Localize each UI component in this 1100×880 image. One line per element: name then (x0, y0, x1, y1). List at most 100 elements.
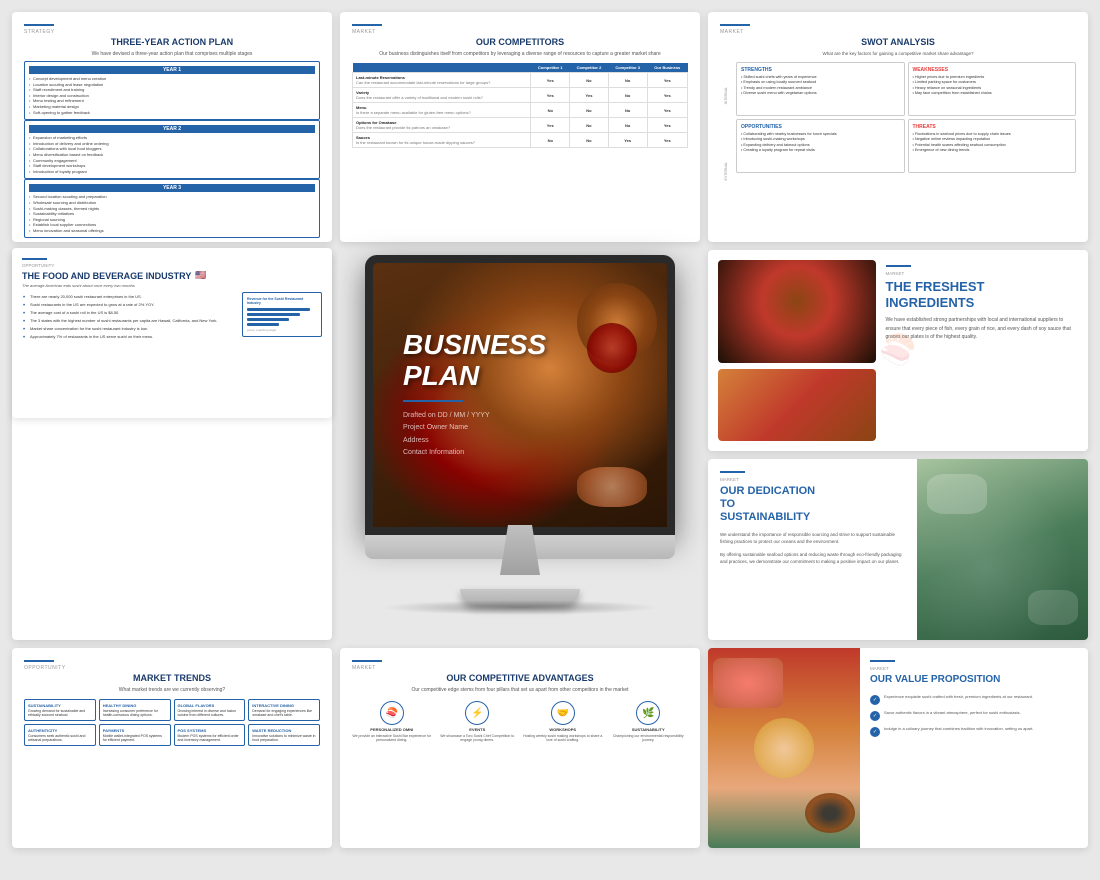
trend-healthy: HEALTHY DINING Increasing consumer prefe… (99, 699, 171, 721)
screen-divider (403, 400, 463, 402)
comp-val: Yes (647, 118, 687, 133)
competitors-table: Competitor 1 Competitor 2 Competitor 3 O… (352, 63, 688, 148)
t-text: Innovative solutions to minimize waste i… (252, 734, 316, 742)
t-text: Mobile wallet-integrated POS systems for… (103, 734, 167, 742)
t-title: WASTE REDUCTION (252, 728, 316, 733)
opportunities-text: • Collaborating with nearby businesses f… (741, 132, 900, 153)
t-text: Growing interest in diverse and fusion c… (178, 709, 242, 717)
comp-adv-label: MARKET (352, 665, 688, 671)
weaknesses-label: WEAKNESSES (913, 67, 1072, 73)
competitors-title: OUR COMPETITORS (352, 37, 688, 47)
events-label: EVENTS (438, 727, 518, 732)
col-comp1: Competitor 1 (531, 63, 570, 73)
t-text: Increasing consumer preference for healt… (103, 709, 167, 717)
revenue-bar-4 (247, 323, 279, 326)
threats-label: THREATS (913, 124, 1072, 130)
t-text: Consumers seek authentic sushi and artis… (28, 734, 92, 742)
value-content-col: MARKET OUR VALUE PROPOSITION ✓ Experienc… (860, 648, 1088, 848)
sust-stripe (720, 471, 745, 473)
swot-opportunities: OPPORTUNITIES • Collaborating with nearb… (736, 119, 905, 173)
trends-grid: SUSTAINABILITY Growing demand for sustai… (24, 699, 320, 746)
col-us: Our Business (647, 63, 687, 73)
trend-global: GLOBAL FLAVORS Growing interest in diver… (174, 699, 246, 721)
strengths-text: • Skilled sushi chefs with years of expe… (741, 75, 900, 96)
comp-val: No (608, 73, 647, 88)
rice-visual (754, 718, 814, 778)
row-1: STRATEGY THREE-YEAR ACTION PLAN We have … (12, 12, 1088, 242)
comp-val: Yes (647, 88, 687, 103)
comp-val: No (570, 103, 609, 118)
t-title: GLOBAL FLAVORS (178, 703, 242, 708)
comp-val: Yes (608, 133, 647, 148)
t-text: Modern POS systems for efficient order a… (178, 734, 242, 742)
comp-val: Yes (531, 73, 570, 88)
comp-val: No (531, 103, 570, 118)
revenue-bar-2 (247, 313, 300, 316)
feature-name: VarietyDoes the restaurant offer a varie… (353, 88, 531, 103)
sust-title: OUR DEDICATIONTOSUSTAINABILITY (720, 485, 905, 525)
adv-workshops: 🤝 WORKSHOPS Hosting weekly sushi making … (523, 701, 603, 742)
monitor-display: BUSINESSPLAN Drafted on DD / MM / YYYY P… (340, 250, 700, 640)
food-industry-card: OPPORTUNITY THE FOOD AND BEVERAGE INDUST… (12, 248, 332, 418)
monitor-wrapper: BUSINESSPLAN Drafted on DD / MM / YYYY P… (345, 255, 695, 635)
comp-val: No (570, 73, 609, 88)
threats-text: • Fluctuations in seafood prices due to … (913, 132, 1072, 153)
check-icon-2: ✓ (870, 711, 880, 721)
value-text-1: Experience exquisite sushi crafted with … (884, 694, 1033, 700)
swot-threats: THREATS • Fluctuations in seafood prices… (908, 119, 1077, 173)
competitors-label: MARKET (352, 29, 688, 35)
weaknesses-text: • Higher prices due to premium ingredien… (913, 75, 1072, 96)
year-3-box: YEAR 3 Second location scouting and prep… (24, 179, 320, 238)
col-comp3: Competitor 3 (608, 63, 647, 73)
revenue-bar-3 (247, 318, 289, 321)
sust-image (917, 459, 1088, 640)
comp-val: No (608, 88, 647, 103)
col-feature (353, 63, 531, 73)
external-label: EXTERNAL (724, 162, 728, 180)
swot-weaknesses: WEAKNESSES • Higher prices due to premiu… (908, 62, 1077, 116)
flag-icon: 🇺🇸 (195, 270, 206, 281)
workshops-desc: Hosting weekly sushi making workshops to… (523, 734, 603, 742)
feature-name: Options for OmakaseDoes the restaurant p… (353, 118, 531, 133)
freshest-card: 🍣 MARKET THE FRESHESTINGREDIENTS We have… (708, 250, 1088, 451)
personalized-desc: We provide an interactive Sushi Bar expe… (352, 734, 432, 742)
business-plan-title: BUSINESSPLAN (403, 330, 546, 392)
t-text: Growing demand for sustainable and ethic… (28, 709, 92, 717)
trend-payments: PAYMENTS Mobile wallet-integrated POS sy… (99, 724, 171, 746)
swot-subtitle: What are the key factors for gaining a c… (720, 51, 1076, 56)
trends-title: MARKET TRENDS (24, 673, 320, 683)
t-text: Demand for engaging experiences like oma… (252, 709, 316, 717)
table-row: Options for OmakaseDoes the restaurant p… (353, 118, 688, 133)
main-layout: STRATEGY THREE-YEAR ACTION PLAN We have … (0, 0, 1100, 880)
industry-stats: There are nearly 20,000 sushi restaurant… (22, 292, 234, 342)
competitive-card: MARKET OUR COMPETITIVE ADVANTAGES Our co… (340, 648, 700, 848)
trend-sustainability: SUSTAINABILITY Growing demand for sustai… (24, 699, 96, 721)
revenue-title: Revenue for the Sushi Restaurant Industr… (247, 297, 317, 305)
industry-label: OPPORTUNITY (22, 263, 322, 268)
table-row: SaucesIs the restaurant known for its un… (353, 133, 688, 148)
trend-pos: POS SYSTEMS Modern POS systems for effic… (174, 724, 246, 746)
sust-content: MARKET OUR DEDICATIONTOSUSTAINABILITY We… (708, 459, 917, 640)
stat-6: Approximately 7% of restaurants in the U… (22, 334, 234, 340)
personalized-icon: 🍣 (380, 701, 404, 725)
trend-waste: WASTE REDUCTION Innovative solutions to … (248, 724, 320, 746)
adv-sustainability: 🌿 SUSTAINABILITY Championing our environ… (609, 701, 689, 742)
value-text-3: Indulge in a culinary journey that combi… (884, 726, 1033, 732)
value-label: MARKET (870, 666, 1078, 671)
sust-text-2: By offering sustainable seafood options … (720, 551, 905, 566)
revenue-sidebar: Revenue for the Sushi Restaurant Industr… (242, 292, 322, 342)
table-row: VarietyDoes the restaurant offer a varie… (353, 88, 688, 103)
workshops-icon: 🤝 (551, 701, 575, 725)
comp-val: No (570, 118, 609, 133)
stat-4: The 3 states with the highest number of … (22, 318, 234, 324)
sustainability-card: MARKET OUR DEDICATIONTOSUSTAINABILITY We… (708, 459, 1088, 640)
t-title: SUSTAINABILITY (28, 703, 92, 708)
value-item-2: ✓ Savor authentic flavors in a vibrant a… (870, 710, 1078, 721)
competitors-card: MARKET OUR COMPETITORS Our business dist… (340, 12, 700, 242)
comp-val: Yes (647, 133, 687, 148)
value-item-1: ✓ Experience exquisite sushi crafted wit… (870, 694, 1078, 705)
comp-adv-title: OUR COMPETITIVE ADVANTAGES (352, 673, 688, 683)
feature-name: MenuIs there a separate menu available f… (353, 103, 531, 118)
check-icon-3: ✓ (870, 727, 880, 737)
t-title: PAYMENTS (103, 728, 167, 733)
